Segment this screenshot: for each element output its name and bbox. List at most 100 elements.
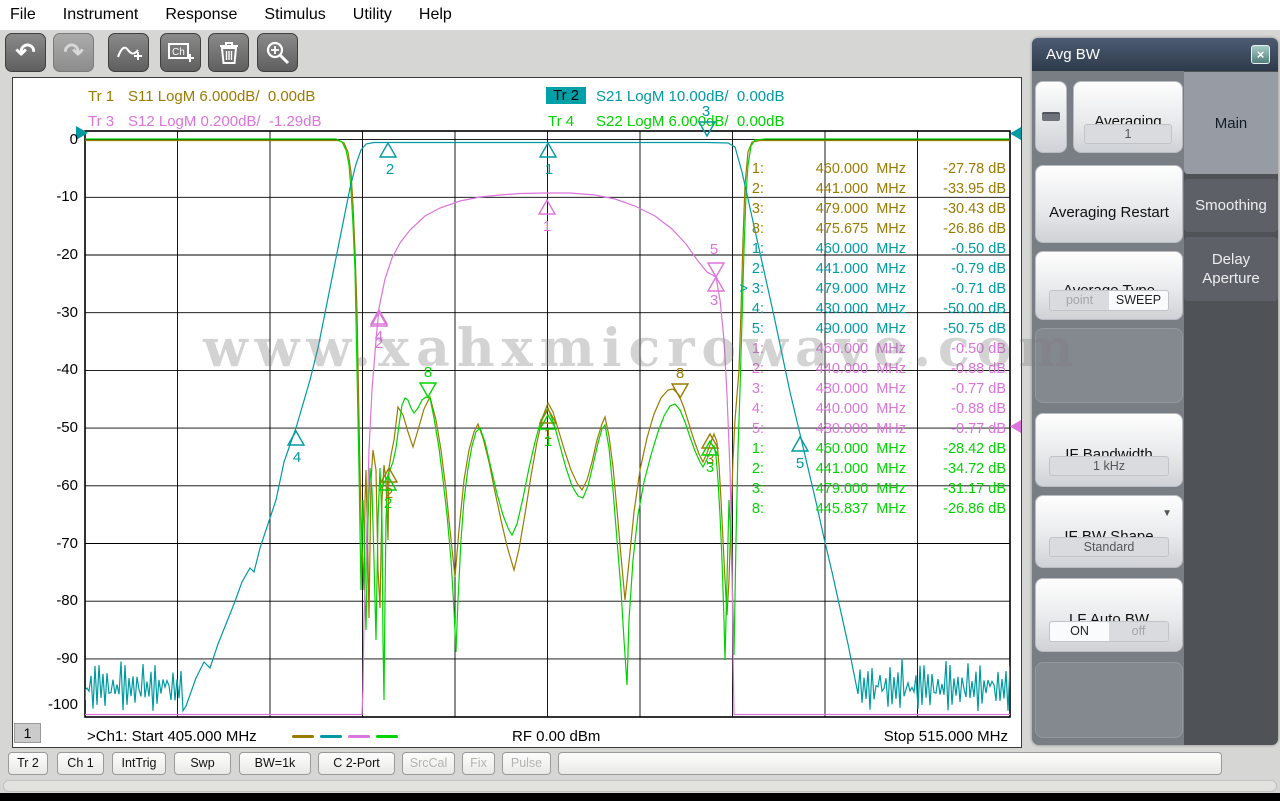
marker-row: 5: 480.000 MHz -0.77 dB xyxy=(751,421,1006,437)
blank-button-2 xyxy=(1035,662,1183,738)
trace4-id[interactable]: Tr 4 xyxy=(548,113,574,130)
averaging-button[interactable]: Averaging 1 xyxy=(1073,81,1183,153)
menu-stimulus[interactable]: Stimulus xyxy=(264,6,325,24)
lf-auto-bw-toggle[interactable]: ON off xyxy=(1049,621,1169,642)
marker-row: 2: 441.000 MHz -34.72 dB xyxy=(751,461,1006,477)
add-channel-button[interactable]: Ch xyxy=(160,33,201,72)
redo-icon: ↷ xyxy=(63,38,84,66)
status-pulse[interactable]: Pulse xyxy=(502,752,551,775)
marker-row: 3: 480.000 MHz -0.77 dB xyxy=(751,381,1006,397)
avg-bw-panel: Main Smoothing Delay Aperture Avg BW × A… xyxy=(1032,38,1278,745)
status-inttrig[interactable]: IntTrig xyxy=(112,752,166,775)
status-bw=1k[interactable]: BW=1k xyxy=(239,752,311,775)
if-bw-shape-value[interactable]: Standard xyxy=(1049,537,1169,557)
zoom-button[interactable] xyxy=(257,33,298,72)
rf-power-label[interactable]: RF 0.00 dBm xyxy=(512,728,600,745)
averaging-restart-button[interactable]: Averaging Restart xyxy=(1035,165,1183,243)
legend-swatch xyxy=(348,735,370,738)
menu-file[interactable]: File xyxy=(10,6,36,24)
panel-close-button[interactable]: × xyxy=(1251,45,1270,64)
trash-icon xyxy=(219,41,238,64)
undo-icon: ↶ xyxy=(15,38,36,66)
marker-row: 3: 479.000 MHz -30.43 dB xyxy=(751,201,1006,217)
menu-utility[interactable]: Utility xyxy=(353,6,392,24)
menu-help[interactable]: Help xyxy=(419,6,452,24)
trace2-label: S21 LogM 10.00dB/ 0.00dB xyxy=(596,88,785,105)
average-type-toggle[interactable]: point SWEEP xyxy=(1049,290,1169,311)
marker-row: 2: 440.000 MHz -0.88 dB xyxy=(751,361,1006,377)
trace3-label: S12 LogM 0.200dB/ -1.29dB xyxy=(128,113,322,130)
legend-swatch xyxy=(376,735,398,738)
menu-response[interactable]: Response xyxy=(165,6,237,24)
bottom-black-bar xyxy=(0,793,1280,801)
status-tr-2[interactable]: Tr 2 xyxy=(8,752,48,775)
marker-row: > 3: 479.000 MHz -0.71 dB xyxy=(739,281,1006,297)
y-tick--50: -50 xyxy=(56,419,78,437)
status-srccal[interactable]: SrcCal xyxy=(402,752,455,775)
menu-instrument[interactable]: Instrument xyxy=(63,6,139,24)
panel-title: Avg BW xyxy=(1032,38,1278,71)
lf-auto-bw-button[interactable]: LF Auto BW ON off xyxy=(1035,578,1183,652)
channel-start-label[interactable]: >Ch1: Start 405.000 MHz xyxy=(87,728,257,745)
marker-row: 8: 475.675 MHz -26.86 dB xyxy=(751,221,1006,237)
marker-row: 2: 441.000 MHz -0.79 dB xyxy=(751,261,1006,277)
y-tick--60: -60 xyxy=(56,476,78,494)
status-swp[interactable]: Swp xyxy=(174,752,231,775)
y-tick-0: 0 xyxy=(69,130,78,148)
channel-number-badge[interactable]: 1 xyxy=(14,723,41,743)
if-bandwidth-value[interactable]: 1 kHz xyxy=(1049,456,1169,476)
y-tick--40: -40 xyxy=(56,361,78,379)
menu-bar: File Instrument Response Stimulus Utility Hel… xyxy=(0,0,1280,30)
close-icon: × xyxy=(1256,47,1265,62)
stop-frequency-label[interactable]: Stop 515.000 MHz xyxy=(850,728,1008,745)
legend-swatch xyxy=(320,735,342,738)
legend-swatch xyxy=(292,735,314,738)
averaging-toggle-button[interactable] xyxy=(1035,81,1067,153)
trace4-label: S22 LogM 6.000dB/ 0.00dB xyxy=(596,113,785,130)
marker-row: 4: 440.000 MHz -0.88 dB xyxy=(751,401,1006,417)
lf-auto-bw-on[interactable]: ON xyxy=(1050,622,1109,641)
magnifier-plus-icon xyxy=(266,41,289,64)
undo-button[interactable]: ↶ xyxy=(5,33,46,72)
dropdown-arrow-icon: ▼ xyxy=(1162,508,1172,519)
toggle-slot-icon xyxy=(1042,112,1060,121)
trace1-id[interactable]: Tr 1 xyxy=(88,88,114,105)
marker-row: 1: 460.000 MHz -28.42 dB xyxy=(751,441,1006,457)
trace2-id-active-badge[interactable]: Tr 2 xyxy=(546,87,587,104)
status-fix[interactable]: Fix xyxy=(462,752,495,775)
blank-button-1 xyxy=(1035,328,1183,403)
average-type-point[interactable]: point xyxy=(1050,291,1109,310)
add-trace-icon xyxy=(116,46,142,60)
status-c-2-port[interactable]: C 2-Port xyxy=(318,752,395,775)
panel-tab-column: Main Smoothing Delay Aperture xyxy=(1184,71,1278,745)
averaging-value[interactable]: 1 xyxy=(1084,124,1172,144)
add-trace-button[interactable] xyxy=(108,33,149,72)
trace3-id[interactable]: Tr 3 xyxy=(88,113,114,130)
average-type-sweep[interactable]: SWEEP xyxy=(1109,291,1168,310)
if-bandwidth-button[interactable]: IF Bandwidth 1 kHz xyxy=(1035,413,1183,487)
status-ch-1[interactable]: Ch 1 xyxy=(57,752,104,775)
delete-button[interactable] xyxy=(208,33,249,72)
status-empty[interactable] xyxy=(558,752,1222,775)
marker-row: 1: 460.000 MHz -0.50 dB xyxy=(751,241,1006,257)
tab-main[interactable]: Main xyxy=(1184,72,1278,174)
vna-application-window: File Instrument Response Stimulus Utility Hel… xyxy=(0,0,1280,801)
status-bar: Tr 2 Ch 1 IntTrig Swp BW=1k C 2-Port SrcCal Fix… xyxy=(0,749,1280,778)
marker-row: 8: 445.837 MHz -26.86 dB xyxy=(751,501,1006,517)
trace1-label: S11 LogM 6.000dB/ 0.00dB xyxy=(128,88,316,105)
marker-row: 3: 479.000 MHz -31.17 dB xyxy=(751,481,1006,497)
marker-row: 1: 460.000 MHz -0.50 dB xyxy=(751,341,1006,357)
averaging-restart-label: Averaging Restart xyxy=(1049,203,1169,221)
y-tick--20: -20 xyxy=(56,246,78,263)
average-type-button[interactable]: Average Type point SWEEP xyxy=(1035,251,1183,320)
tab-smoothing[interactable]: Smoothing xyxy=(1184,179,1278,232)
svg-text:Ch: Ch xyxy=(172,47,185,58)
if-bw-shape-button[interactable]: IF BW Shape ▼ Standard xyxy=(1035,495,1183,568)
lf-auto-bw-off[interactable]: off xyxy=(1109,622,1168,641)
marker-row: 4: 430.000 MHz -50.00 dB xyxy=(751,301,1006,317)
marker-row: 2: 441.000 MHz -33.95 dB xyxy=(751,181,1006,197)
y-tick--80: -80 xyxy=(56,592,78,610)
tab-delay-aperture[interactable]: Delay Aperture xyxy=(1184,237,1278,301)
y-tick--100: -100 xyxy=(47,696,78,713)
redo-button[interactable]: ↷ xyxy=(53,33,94,72)
